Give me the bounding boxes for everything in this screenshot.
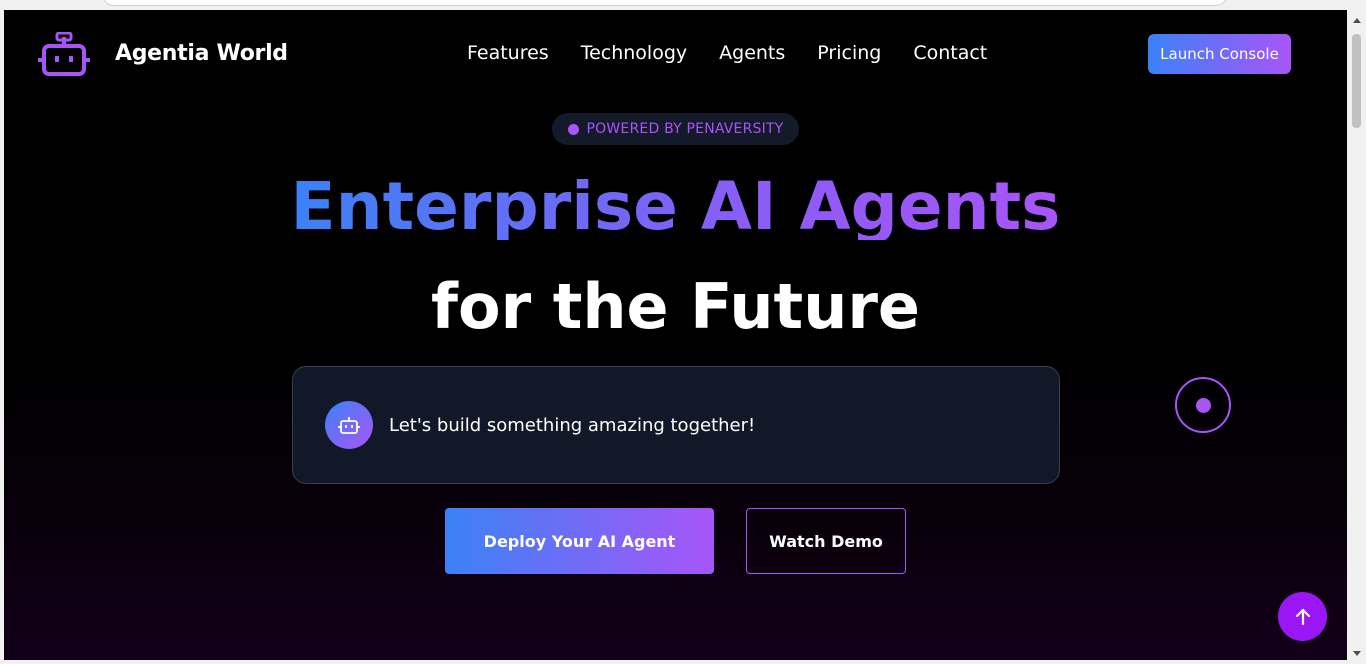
scrollbar-thumb[interactable] [1352,34,1361,128]
nav-item-pricing[interactable]: Pricing [817,42,881,64]
nav-item-features[interactable]: Features [467,42,549,64]
chat-message: Let's build something amazing together! [389,414,756,436]
powered-by-badge: POWERED BY PENAVERSITY [552,113,799,145]
scroll-to-top-button[interactable] [1278,592,1327,641]
deploy-agent-button[interactable]: Deploy Your AI Agent [445,508,714,574]
hero-subtitle: for the Future [431,270,920,343]
badge-dot-icon [567,123,579,135]
floating-ring-icon [1175,377,1231,433]
chat-card: Let's build something amazing together! [292,366,1060,484]
brand-name[interactable]: Agentia World [115,41,288,66]
scroll-down-arrow-icon[interactable] [1353,651,1361,656]
vertical-scrollbar[interactable] [1348,10,1366,664]
robot-icon [338,417,360,434]
badge-text: POWERED BY PENAVERSITY [586,121,784,137]
arrow-up-icon [1295,608,1310,625]
site-header: Agentia World Features Technology Agents… [4,10,1347,100]
hero-title: Enterprise AI Agents [4,174,1347,240]
nav-item-technology[interactable]: Technology [581,42,687,64]
chat-avatar [325,401,373,449]
browser-top-edge [102,0,1228,6]
launch-console-button[interactable]: Launch Console [1148,34,1291,74]
watch-demo-button[interactable]: Watch Demo [746,508,906,574]
main-nav: Features Technology Agents Pricing Conta… [467,42,1019,64]
hero-title-gradient: Enterprise AI Agents [287,174,1065,240]
scroll-up-arrow-icon[interactable] [1353,18,1361,23]
page-viewport: Agentia World Features Technology Agents… [4,10,1347,660]
robot-logo-icon[interactable] [38,32,90,78]
nav-item-agents[interactable]: Agents [719,42,785,64]
ring-dot [1195,397,1211,413]
nav-item-contact[interactable]: Contact [913,42,987,64]
